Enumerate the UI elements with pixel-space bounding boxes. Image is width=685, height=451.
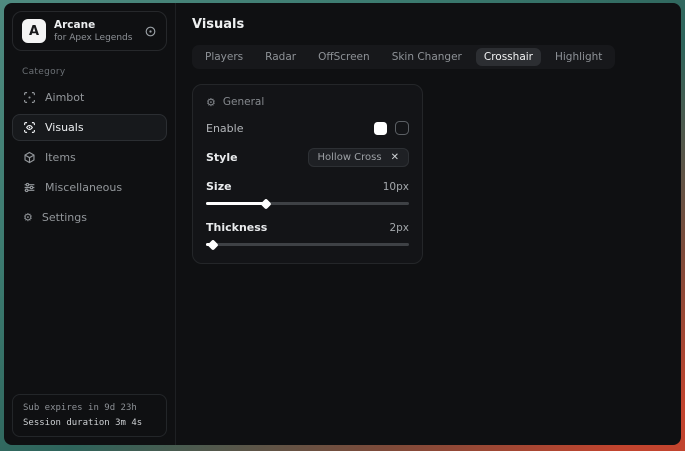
brand-subtitle: for Apex Legends <box>54 33 132 43</box>
tab-skin-changer[interactable]: Skin Changer <box>384 48 470 66</box>
subscription-info: Sub expires in 9d 23h Session duration 3… <box>12 394 167 437</box>
sidebar-item-settings[interactable]: ⚙ Settings <box>12 204 167 231</box>
enable-checkbox[interactable] <box>395 121 409 135</box>
card-title: General <box>223 96 264 108</box>
style-row: Style Hollow Cross ✕ <box>206 148 409 167</box>
thickness-label: Thickness <box>206 221 267 234</box>
page-title: Visuals <box>192 17 665 32</box>
tab-players[interactable]: Players <box>197 48 251 66</box>
card-header: ⚙ General <box>206 96 409 108</box>
session-duration-text: Session duration 3m 4s <box>23 418 156 428</box>
thickness-slider-track <box>206 243 409 246</box>
thickness-slider-fill <box>206 243 212 246</box>
size-slider-fill <box>206 202 265 205</box>
tab-radar[interactable]: Radar <box>257 48 304 66</box>
thickness-slider-knob[interactable] <box>207 239 218 250</box>
enable-color-swatch[interactable] <box>374 122 387 135</box>
style-value: Hollow Cross <box>318 152 382 163</box>
enable-row: Enable <box>206 121 409 135</box>
main-panel: Visuals Players Radar OffScreen Skin Cha… <box>176 3 681 445</box>
settings-gear-icon: ⚙ <box>23 212 33 223</box>
sidebar-item-items[interactable]: Items <box>12 144 167 171</box>
sidebar-item-visuals[interactable]: Visuals <box>12 114 167 141</box>
size-label: Size <box>206 180 232 193</box>
size-slider-knob[interactable] <box>260 198 271 209</box>
thickness-slider[interactable] <box>206 240 409 249</box>
visuals-eye-icon <box>23 121 36 134</box>
category-label: Category <box>22 67 157 77</box>
sidebar-item-miscellaneous[interactable]: Miscellaneous <box>12 174 167 201</box>
sidebar-item-label: Miscellaneous <box>45 181 122 194</box>
enable-controls <box>374 121 409 135</box>
misc-sliders-icon <box>23 181 36 194</box>
target-icon[interactable] <box>144 25 157 38</box>
tab-offscreen[interactable]: OffScreen <box>310 48 378 66</box>
visuals-tabbar: Players Radar OffScreen Skin Changer Cro… <box>192 45 615 69</box>
style-label: Style <box>206 151 238 164</box>
tab-highlight[interactable]: Highlight <box>547 48 610 66</box>
brand-card: A Arcane for Apex Legends <box>12 11 167 51</box>
sidebar: A Arcane for Apex Legends Category <box>4 3 176 445</box>
app-window: A Arcane for Apex Legends Category <box>4 3 681 445</box>
sidebar-item-label: Visuals <box>45 121 84 134</box>
size-slider[interactable] <box>206 199 409 208</box>
style-dropdown[interactable]: Hollow Cross ✕ <box>308 148 409 167</box>
size-row: Size 10px <box>206 180 409 193</box>
sidebar-item-aimbot[interactable]: Aimbot <box>12 84 167 111</box>
sidebar-item-label: Settings <box>42 211 87 224</box>
sidebar-item-label: Items <box>45 151 76 164</box>
tab-crosshair[interactable]: Crosshair <box>476 48 541 66</box>
size-value: 10px <box>383 181 409 193</box>
sub-expires-text: Sub expires in 9d 23h <box>23 403 156 413</box>
brand-text: Arcane for Apex Legends <box>54 19 132 43</box>
sidebar-nav: Aimbot Visuals <box>12 84 167 231</box>
brand-logo: A <box>22 19 46 43</box>
general-gear-icon: ⚙ <box>206 97 216 108</box>
size-slider-track <box>206 202 409 205</box>
thickness-row: Thickness 2px <box>206 221 409 234</box>
items-box-icon <box>23 151 36 164</box>
brand-name: Arcane <box>54 19 132 31</box>
aimbot-scan-icon <box>23 91 36 104</box>
enable-label: Enable <box>206 122 243 135</box>
thickness-value: 2px <box>389 222 409 234</box>
close-icon[interactable]: ✕ <box>391 153 399 163</box>
sidebar-item-label: Aimbot <box>45 91 84 104</box>
general-card: ⚙ General Enable Style Hollow Cross ✕ Si… <box>192 84 423 264</box>
